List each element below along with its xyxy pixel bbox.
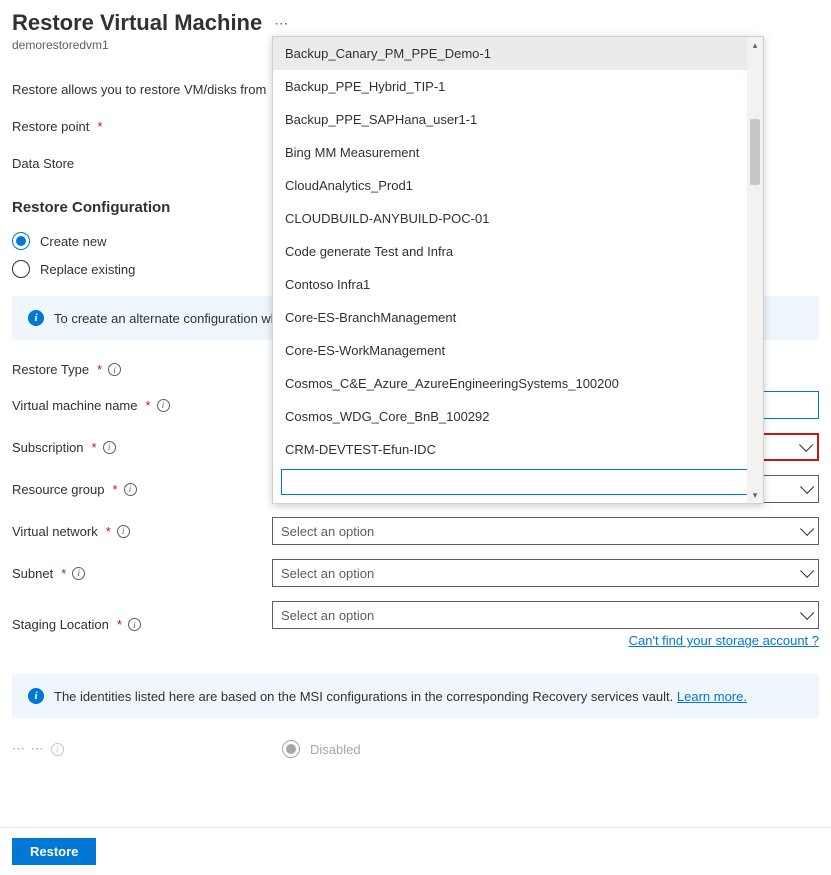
dropdown-item[interactable]: Backup_PPE_SAPHana_user1-1 [273, 103, 763, 136]
select-value: Select an option [281, 608, 374, 623]
info-icon: i [51, 743, 64, 756]
info-icon[interactable]: i [157, 399, 170, 412]
info-banner-identities: i The identities listed here are based o… [12, 674, 819, 718]
label-staging-location: Staging Location [12, 617, 109, 632]
info-icon[interactable]: i [72, 567, 85, 580]
label-virtual-network: Virtual network [12, 524, 98, 539]
page-title: Restore Virtual Machine [12, 10, 262, 36]
info-icon[interactable]: i [117, 525, 130, 538]
required-indicator: * [146, 398, 151, 413]
scrollbar[interactable]: ▴ ▾ [747, 37, 763, 503]
label-restore-type: Restore Type [12, 362, 89, 377]
learn-more-link[interactable]: Learn more. [677, 689, 747, 704]
required-indicator: * [97, 119, 102, 134]
info-icon: i [28, 310, 44, 326]
restore-button[interactable]: Restore [12, 838, 96, 865]
required-indicator: * [92, 440, 97, 455]
radio-icon [12, 232, 30, 250]
chevron-down-icon [800, 564, 814, 578]
select-value: Select an option [281, 566, 374, 581]
select-value: Select an option [281, 524, 374, 539]
info-icon[interactable]: i [128, 618, 141, 631]
radio-icon [282, 740, 300, 758]
dropdown-item[interactable]: Cosmos_C&E_Azure_AzureEngineeringSystems… [273, 367, 763, 400]
chevron-down-icon [800, 522, 814, 536]
info-icon[interactable]: i [103, 441, 116, 454]
dropdown-item[interactable]: Core-ES-BranchManagement [273, 301, 763, 334]
radio-label: Replace existing [40, 262, 135, 277]
identities-disabled-label: Disabled [310, 742, 361, 757]
dropdown-item[interactable]: Code generate Test and Infra [273, 235, 763, 268]
identities-row: ⋯ ⋯ i Disabled [12, 740, 819, 758]
virtual-network-select[interactable]: Select an option [272, 517, 819, 545]
info-icon: i [28, 688, 44, 704]
label-restore-point: Restore point [12, 119, 89, 134]
chevron-down-icon [800, 606, 814, 620]
required-indicator: * [97, 362, 102, 377]
radio-icon [12, 260, 30, 278]
dropdown-item[interactable]: CLOUDBUILD-ANYBUILD-POC-01 [273, 202, 763, 235]
label-data-store: Data Store [12, 156, 74, 171]
required-indicator: * [106, 524, 111, 539]
dropdown-item[interactable]: Core-ES-WorkManagement [273, 334, 763, 367]
scroll-thumb[interactable] [750, 119, 760, 185]
required-indicator: * [113, 482, 118, 497]
label-subnet: Subnet [12, 566, 53, 581]
required-indicator: * [61, 566, 66, 581]
subscription-dropdown[interactable]: Backup_Canary_PM_PPE_Demo-1Backup_PPE_Hy… [272, 36, 764, 504]
label-resource-group: Resource group [12, 482, 105, 497]
chevron-down-icon [800, 480, 814, 494]
info-icon[interactable]: i [108, 363, 121, 376]
radio-label: Create new [40, 234, 106, 249]
info-icon[interactable]: i [124, 483, 137, 496]
more-icon[interactable]: ⋯ [274, 15, 289, 32]
subnet-select[interactable]: Select an option [272, 559, 819, 587]
chevron-down-icon [799, 438, 813, 452]
staging-location-select[interactable]: Select an option [272, 601, 819, 629]
required-indicator: * [117, 617, 122, 632]
dropdown-item[interactable]: Backup_PPE_Hybrid_TIP-1 [273, 70, 763, 103]
dropdown-search-input[interactable] [281, 469, 755, 495]
banner-text: The identities listed here are based on … [54, 689, 677, 704]
banner-text: To create an alternate configuration whe [54, 311, 285, 326]
scroll-down-icon[interactable]: ▾ [747, 487, 763, 503]
label-vm-name: Virtual machine name [12, 398, 138, 413]
label-subscription: Subscription [12, 440, 84, 455]
dropdown-item[interactable]: Backup_Canary_PM_PPE_Demo-1 [273, 37, 763, 70]
dropdown-item[interactable]: Contoso Infra1 [273, 268, 763, 301]
scroll-up-icon[interactable]: ▴ [747, 37, 763, 53]
dropdown-item[interactable]: Bing MM Measurement [273, 136, 763, 169]
storage-account-link[interactable]: Can't find your storage account ? [272, 633, 819, 648]
dropdown-item[interactable]: CRM-DEVTEST-Efun-IDC [273, 433, 763, 463]
dropdown-item[interactable]: Cosmos_WDG_Core_BnB_100292 [273, 400, 763, 433]
dropdown-item[interactable]: CloudAnalytics_Prod1 [273, 169, 763, 202]
